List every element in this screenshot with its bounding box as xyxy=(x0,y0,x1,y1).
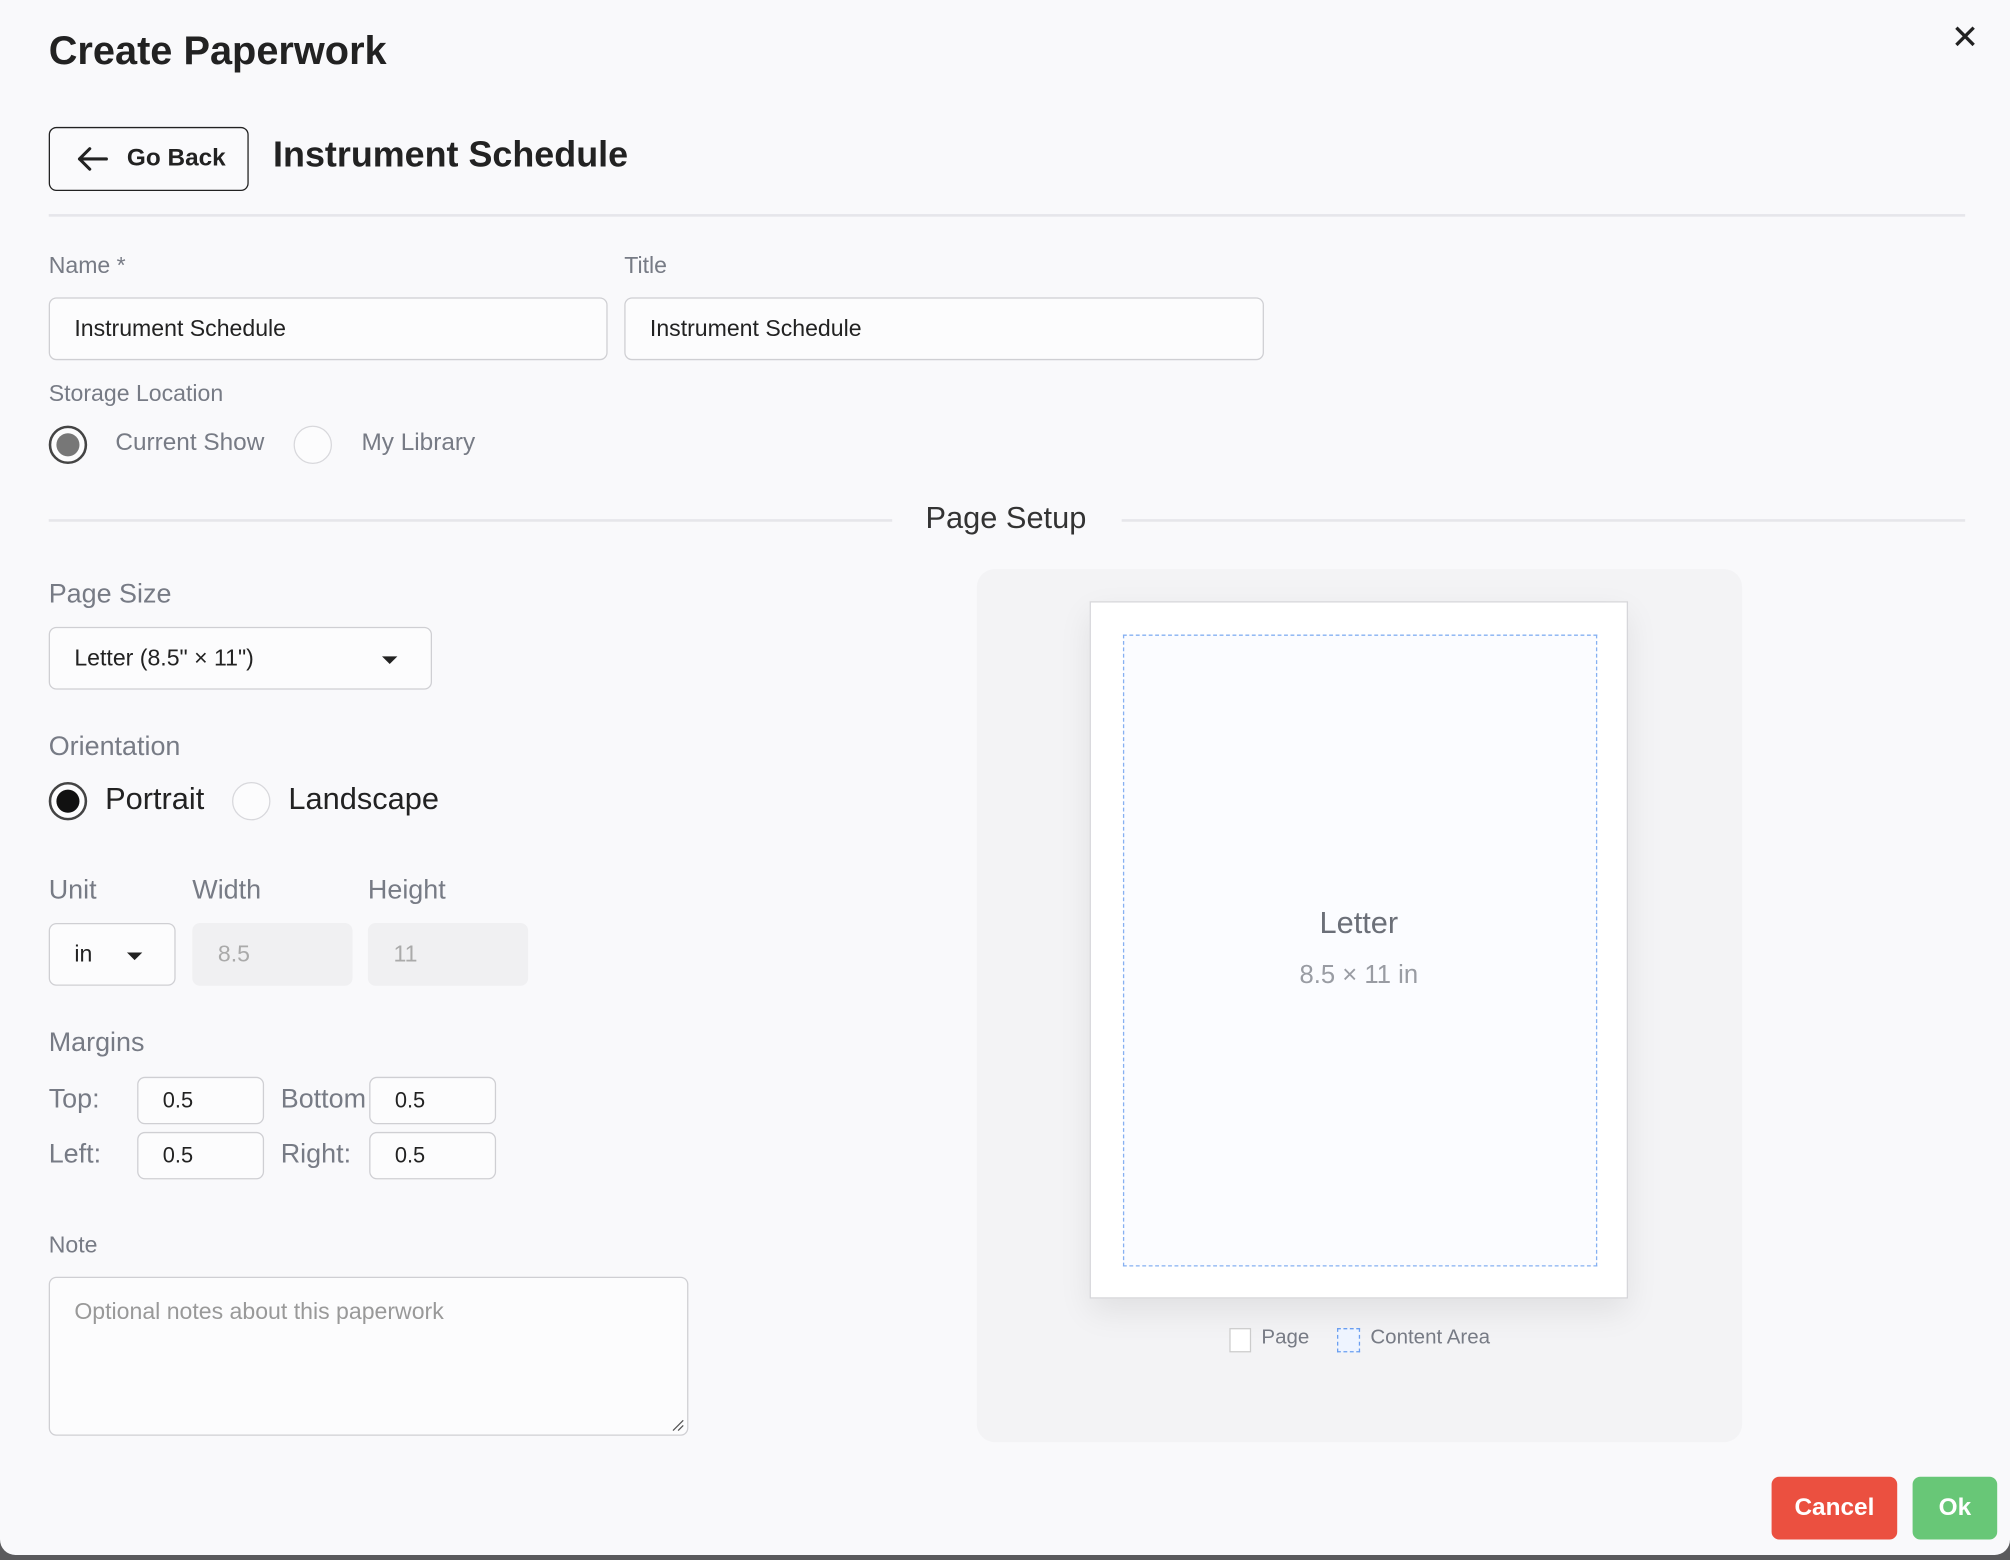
preview-dimensions: 8.5 × 11 in xyxy=(1299,961,1419,990)
content-area-legend-swatch xyxy=(1337,1328,1361,1353)
page-setup-title: Page Setup xyxy=(925,501,1087,536)
storage-location-label: Storage Location xyxy=(48,380,224,407)
radio-current-show[interactable] xyxy=(48,425,88,465)
go-back-label: Go Back xyxy=(126,144,226,172)
note-placeholder: Optional notes about this paperwork xyxy=(74,1298,444,1325)
unit-value: in xyxy=(74,940,93,967)
height-input: 11 xyxy=(367,922,529,986)
page-size-value: Letter (8.5" × 11") xyxy=(74,644,254,671)
close-icon[interactable]: ✕ xyxy=(1951,18,1979,58)
content-area-preview xyxy=(1122,634,1598,1267)
margins-label: Margins xyxy=(48,1028,145,1058)
divider xyxy=(1121,519,1966,522)
go-back-button[interactable]: Go Back xyxy=(48,126,249,192)
cancel-button[interactable]: Cancel xyxy=(1771,1476,1898,1540)
current-show-label: Current Show xyxy=(115,429,265,457)
chevron-down-icon xyxy=(126,952,143,961)
preview-page-name: Letter xyxy=(1319,906,1399,941)
radio-portrait[interactable] xyxy=(48,781,88,821)
page-size-label: Page Size xyxy=(48,579,172,609)
content-area-legend-label: Content Area xyxy=(1370,1326,1491,1349)
arrow-left-icon xyxy=(77,147,108,171)
title-input[interactable]: Instrument Schedule xyxy=(624,297,1264,361)
landscape-label: Landscape xyxy=(288,781,439,817)
margin-bottom-label: Bottom xyxy=(280,1084,367,1114)
my-library-label: My Library xyxy=(361,429,476,457)
dialog-title: Create Paperwork xyxy=(48,28,387,74)
note-label: Note xyxy=(48,1231,98,1258)
margin-top-label: Top: xyxy=(48,1084,100,1114)
page-legend-label: Page xyxy=(1261,1326,1310,1349)
margin-right-input[interactable]: 0.5 xyxy=(369,1131,497,1180)
margin-bottom-input[interactable]: 0.5 xyxy=(369,1076,497,1125)
unit-select[interactable]: in xyxy=(48,922,176,986)
radio-landscape[interactable] xyxy=(232,781,271,821)
height-label: Height xyxy=(367,875,446,906)
paperwork-heading: Instrument Schedule xyxy=(273,134,629,175)
ok-button[interactable]: Ok xyxy=(1912,1476,1998,1540)
unit-label: Unit xyxy=(48,875,97,906)
radio-my-library[interactable] xyxy=(293,425,333,465)
margin-left-label: Left: xyxy=(48,1139,102,1170)
note-textarea[interactable]: Optional notes about this paperwork xyxy=(48,1276,689,1436)
orientation-label: Orientation xyxy=(48,731,181,762)
create-paperwork-dialog: Create Paperwork ✕ Go Back Instrument Sc… xyxy=(0,0,2010,1555)
title-label: Title xyxy=(624,252,668,279)
divider xyxy=(48,519,893,522)
width-label: Width xyxy=(192,875,262,906)
margin-top-input[interactable]: 0.5 xyxy=(137,1076,265,1125)
margin-left-input[interactable]: 0.5 xyxy=(137,1131,265,1180)
page-legend-swatch xyxy=(1229,1328,1252,1353)
divider xyxy=(48,214,1966,217)
name-label: Name * xyxy=(48,252,126,279)
resize-handle-icon[interactable] xyxy=(669,1416,684,1432)
portrait-label: Portrait xyxy=(105,781,205,817)
name-input[interactable]: Instrument Schedule xyxy=(48,297,608,361)
page-size-select[interactable]: Letter (8.5" × 11") xyxy=(48,626,433,690)
margin-right-label: Right: xyxy=(280,1139,352,1170)
chevron-down-icon xyxy=(382,656,398,665)
width-input: 8.5 xyxy=(192,922,353,986)
